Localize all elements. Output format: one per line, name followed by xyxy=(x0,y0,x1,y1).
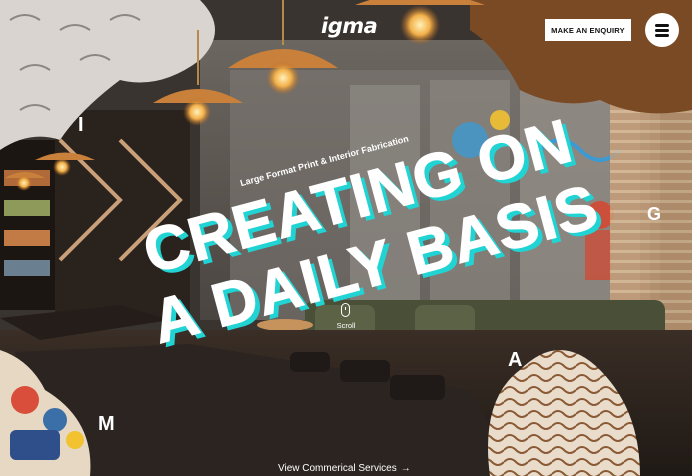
view-commercial-services-link[interactable]: View Commerical Services → xyxy=(278,463,411,474)
scroll-label: Scroll xyxy=(336,321,356,330)
mouse-scroll-icon xyxy=(341,303,350,317)
decor-letter-g: G xyxy=(647,204,662,224)
hero-section: igma MAKE AN ENQUIRY I G A M Large Forma… xyxy=(0,0,692,476)
make-enquiry-button[interactable]: MAKE AN ENQUIRY xyxy=(545,19,631,41)
cta-label: View Commerical Services xyxy=(278,463,397,474)
decor-letter-m: M xyxy=(98,413,115,435)
hamburger-menu-icon[interactable] xyxy=(645,13,679,47)
site-header: igma MAKE AN ENQUIRY xyxy=(0,0,692,60)
scroll-indicator[interactable]: Scroll xyxy=(333,303,359,333)
arrow-right-icon: → xyxy=(400,463,411,474)
brand-logo[interactable]: igma xyxy=(321,14,378,38)
decor-letter-i: I xyxy=(78,114,84,136)
decor-letter-a: A xyxy=(508,349,523,371)
